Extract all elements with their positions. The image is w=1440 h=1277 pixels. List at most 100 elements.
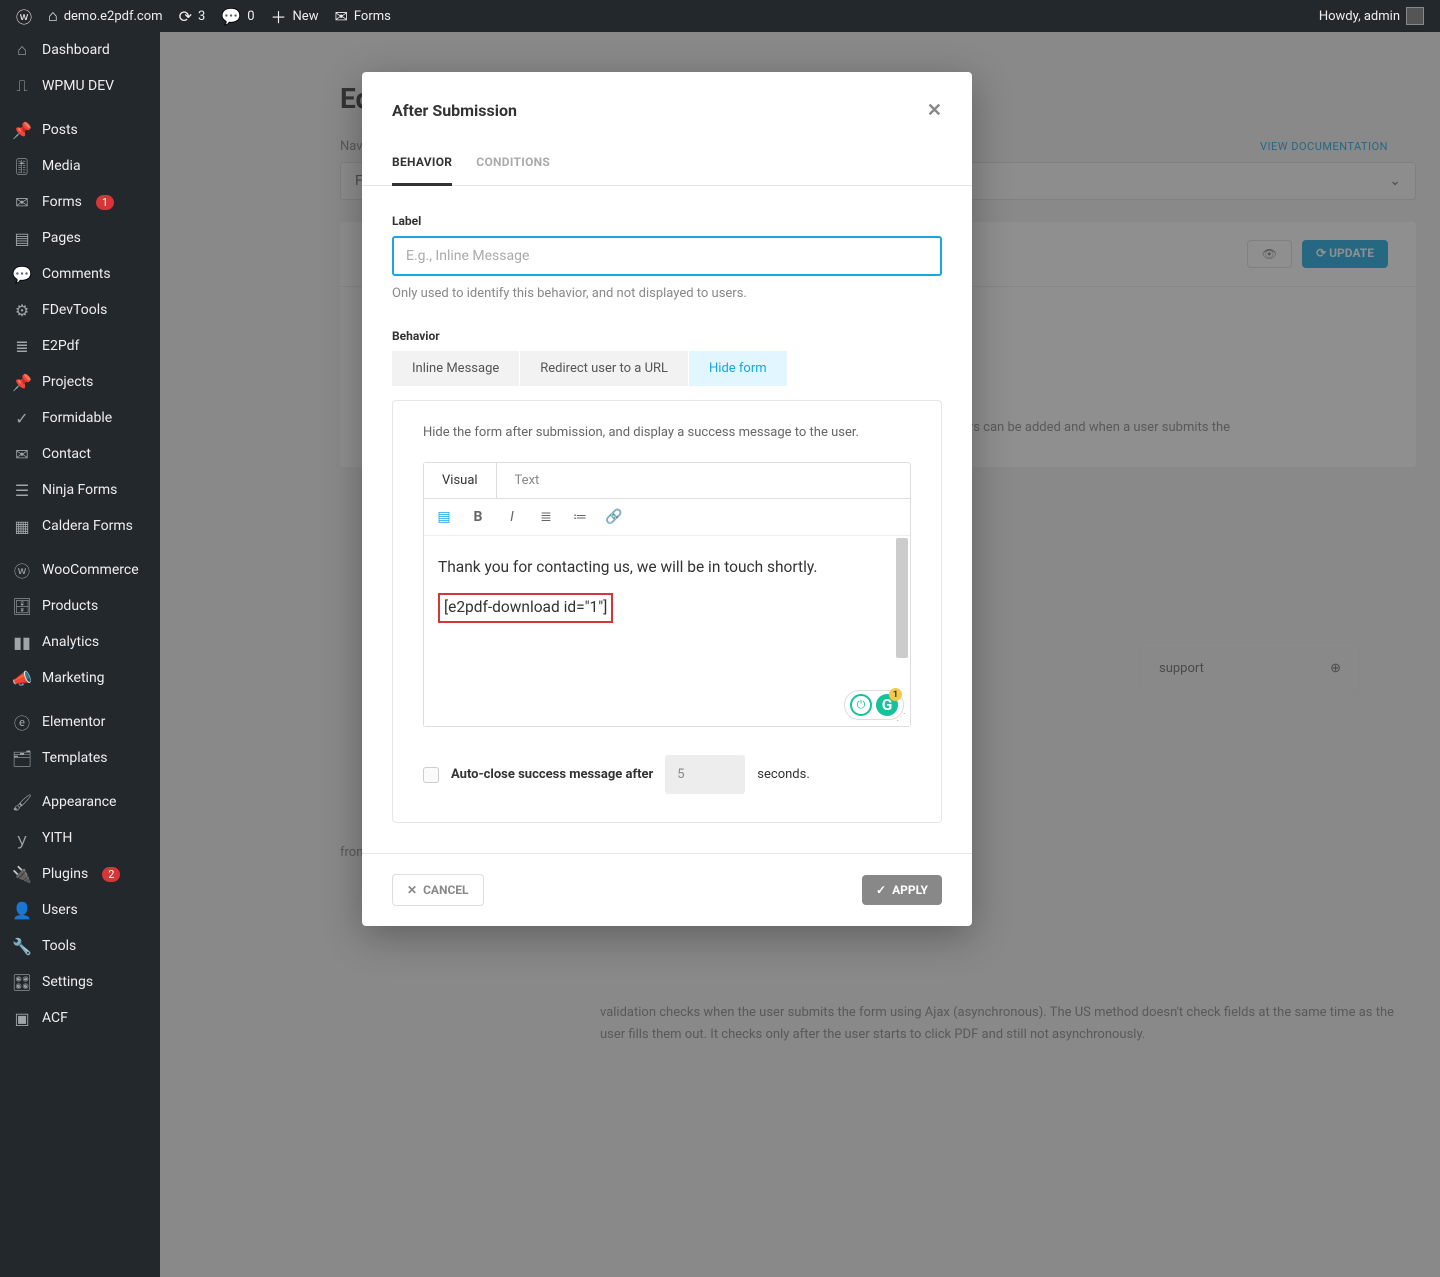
wp-logo[interactable]: ⓦ xyxy=(8,0,40,32)
new-link[interactable]: ＋New xyxy=(263,0,327,32)
tab-conditions[interactable]: CONDITIONS xyxy=(476,141,550,185)
sidebar-item-media[interactable]: 🎚Media xyxy=(0,148,160,184)
preview-button[interactable]: 👁 xyxy=(1247,240,1292,268)
editor-tab-text[interactable]: Text xyxy=(497,463,558,498)
close-icon[interactable]: ✕ xyxy=(927,100,942,121)
sidebar-item-label: YITH xyxy=(42,830,72,846)
site-link[interactable]: ⌂demo.e2pdf.com xyxy=(40,0,171,32)
sidebar-item-pages[interactable]: ▤Pages xyxy=(0,220,160,256)
update-button[interactable]: ⟳ UPDATE xyxy=(1302,240,1388,268)
archive-icon: 🗄 xyxy=(12,596,32,616)
comments-link[interactable]: 💬0 xyxy=(213,0,262,32)
sidebar-item-label: Plugins xyxy=(42,866,88,882)
bold-icon[interactable]: B xyxy=(468,507,488,527)
after-submission-modal: After Submission ✕ BEHAVIOR CONDITIONS L… xyxy=(362,72,972,926)
dash-icon: ⌂ xyxy=(12,40,32,60)
resize-handle-icon[interactable]: ⋰ xyxy=(896,712,908,724)
sidebar-item-templates[interactable]: 🗂Templates xyxy=(0,740,160,776)
folder-icon: 🗂 xyxy=(12,748,32,768)
sidebar-item-label: Media xyxy=(42,158,81,174)
admin-bar: ⓦ ⌂demo.e2pdf.com ⟳3 💬0 ＋New ✉Forms Howd… xyxy=(0,0,1440,32)
updates-link[interactable]: ⟳3 xyxy=(171,0,214,32)
grammarly-widget[interactable]: ⏻ G1 xyxy=(844,690,904,720)
sidebar-item-appearance[interactable]: 🖌Appearance xyxy=(0,784,160,820)
sidebar-item-label: Formidable xyxy=(42,410,112,426)
editor-content[interactable]: Thank you for contacting us, we will be … xyxy=(424,536,910,726)
horn-icon: 📣 xyxy=(12,668,32,688)
sidebar-item-elementor[interactable]: ⓔElementor xyxy=(0,704,160,740)
grid-icon: ▦ xyxy=(12,516,32,536)
list-icon: ☰ xyxy=(12,480,32,500)
sidebar-item-settings[interactable]: 🎛Settings xyxy=(0,964,160,1000)
sidebar-item-marketing[interactable]: 📣Marketing xyxy=(0,660,160,696)
sidebar-item-label: Projects xyxy=(42,374,93,390)
sidebar-item-label: Comments xyxy=(42,266,111,282)
apply-button[interactable]: ✓APPLY xyxy=(862,875,942,905)
sidebar-item-products[interactable]: 🗄Products xyxy=(0,588,160,624)
sidebar-item-forms[interactable]: ✉Forms1 xyxy=(0,184,160,220)
sidebar-item-yith[interactable]: ｙYITH xyxy=(0,820,160,856)
forms-link[interactable]: ✉Forms xyxy=(326,0,398,32)
user-icon: 👤 xyxy=(12,900,32,920)
italic-icon[interactable]: I xyxy=(502,507,522,527)
sidebar-item-dashboard[interactable]: ⌂ Dashboard xyxy=(0,32,160,68)
sidebar-item-label: Forms xyxy=(42,194,82,210)
badge: 2 xyxy=(102,867,120,882)
tab-behavior[interactable]: BEHAVIOR xyxy=(392,141,452,186)
sidebar-item-wpmu-dev[interactable]: ⎍WPMU DEV xyxy=(0,68,160,104)
link-icon[interactable]: 🔗 xyxy=(604,507,624,527)
sidebar-item-analytics[interactable]: ▮▮Analytics xyxy=(0,624,160,660)
sidebar-item-e2pdf[interactable]: ≣E2Pdf xyxy=(0,328,160,364)
plug-icon: 🔌 xyxy=(12,864,32,884)
behavior-field-label: Behavior xyxy=(392,329,942,343)
avatar-icon xyxy=(1406,7,1424,25)
sidebar-item-label: Users xyxy=(42,902,78,918)
sidebar-item-ninja-forms[interactable]: ☰Ninja Forms xyxy=(0,472,160,508)
sidebar-item-contact[interactable]: ✉Contact xyxy=(0,436,160,472)
x-icon: ✕ xyxy=(407,883,417,897)
wrench-icon: 🔧 xyxy=(12,936,32,956)
sidebar-item-tools[interactable]: 🔧Tools xyxy=(0,928,160,964)
add-field-icon[interactable]: ▤ xyxy=(434,507,454,527)
sidebar-item-label: WooCommerce xyxy=(42,562,139,578)
sidebar-item-formidable[interactable]: ✓ Formidable xyxy=(0,400,160,436)
grammarly-icon: G1 xyxy=(876,694,898,716)
sidebar-item-acf[interactable]: ▣ACF xyxy=(0,1000,160,1036)
option-inline-message[interactable]: Inline Message xyxy=(392,351,520,386)
sidebar-item-posts[interactable]: 📌Posts xyxy=(0,112,160,148)
sidebar-item-woocommerce[interactable]: ⓦWooCommerce xyxy=(0,552,160,588)
sidebar-item-projects[interactable]: 📌Projects xyxy=(0,364,160,400)
sidebar-item-comments[interactable]: 💬Comments xyxy=(0,256,160,292)
panel-description: Hide the form after submission, and disp… xyxy=(423,425,911,440)
check-icon: ✓ xyxy=(12,408,32,428)
sidebar-item-users[interactable]: 👤 Users xyxy=(0,892,160,928)
sidebar-item-label: Dashboard xyxy=(42,42,110,58)
editor-tab-visual[interactable]: Visual xyxy=(424,463,497,498)
pin-icon: 📌 xyxy=(12,120,32,140)
howdy-link[interactable]: Howdy, admin xyxy=(1311,0,1432,32)
sidebar-item-fdevtools[interactable]: ⚙FDevTools xyxy=(0,292,160,328)
chevron-down-icon: ⌄ xyxy=(1389,173,1401,189)
shortcode-highlight: [e2pdf-download id="1"] xyxy=(438,593,613,622)
cancel-button[interactable]: ✕CANCEL xyxy=(392,874,484,906)
modal-title: After Submission xyxy=(392,101,517,120)
seconds-input[interactable] xyxy=(665,755,745,794)
sidebar-item-label: Caldera Forms xyxy=(42,518,133,534)
numbered-list-icon[interactable]: ≔ xyxy=(570,507,590,527)
sidebar-item-caldera-forms[interactable]: ▦ Caldera Forms xyxy=(0,508,160,544)
bullet-list-icon[interactable]: ≣ xyxy=(536,507,556,527)
bars-icon: ▮▮ xyxy=(12,632,32,652)
bottom-desc: validation checks when the user submits … xyxy=(600,1002,1396,1046)
option-redirect[interactable]: Redirect user to a URL xyxy=(520,351,689,386)
autoclose-checkbox[interactable] xyxy=(423,767,439,783)
sidebar-item-label: E2Pdf xyxy=(42,338,79,354)
option-hide-form[interactable]: Hide form xyxy=(689,351,788,386)
sidebar-item-label: Pages xyxy=(42,230,81,246)
label-input[interactable] xyxy=(392,236,942,276)
view-docs-link[interactable]: VIEW DOCUMENTATION xyxy=(1260,140,1388,153)
scrollbar[interactable] xyxy=(896,538,908,658)
sidebar-item-plugins[interactable]: 🔌 Plugins 2 xyxy=(0,856,160,892)
sidebar-item-label: Settings xyxy=(42,974,93,990)
sidebar-item-label: WPMU DEV xyxy=(42,78,114,94)
autoclose-row: Auto-close success message after seconds… xyxy=(423,755,911,794)
